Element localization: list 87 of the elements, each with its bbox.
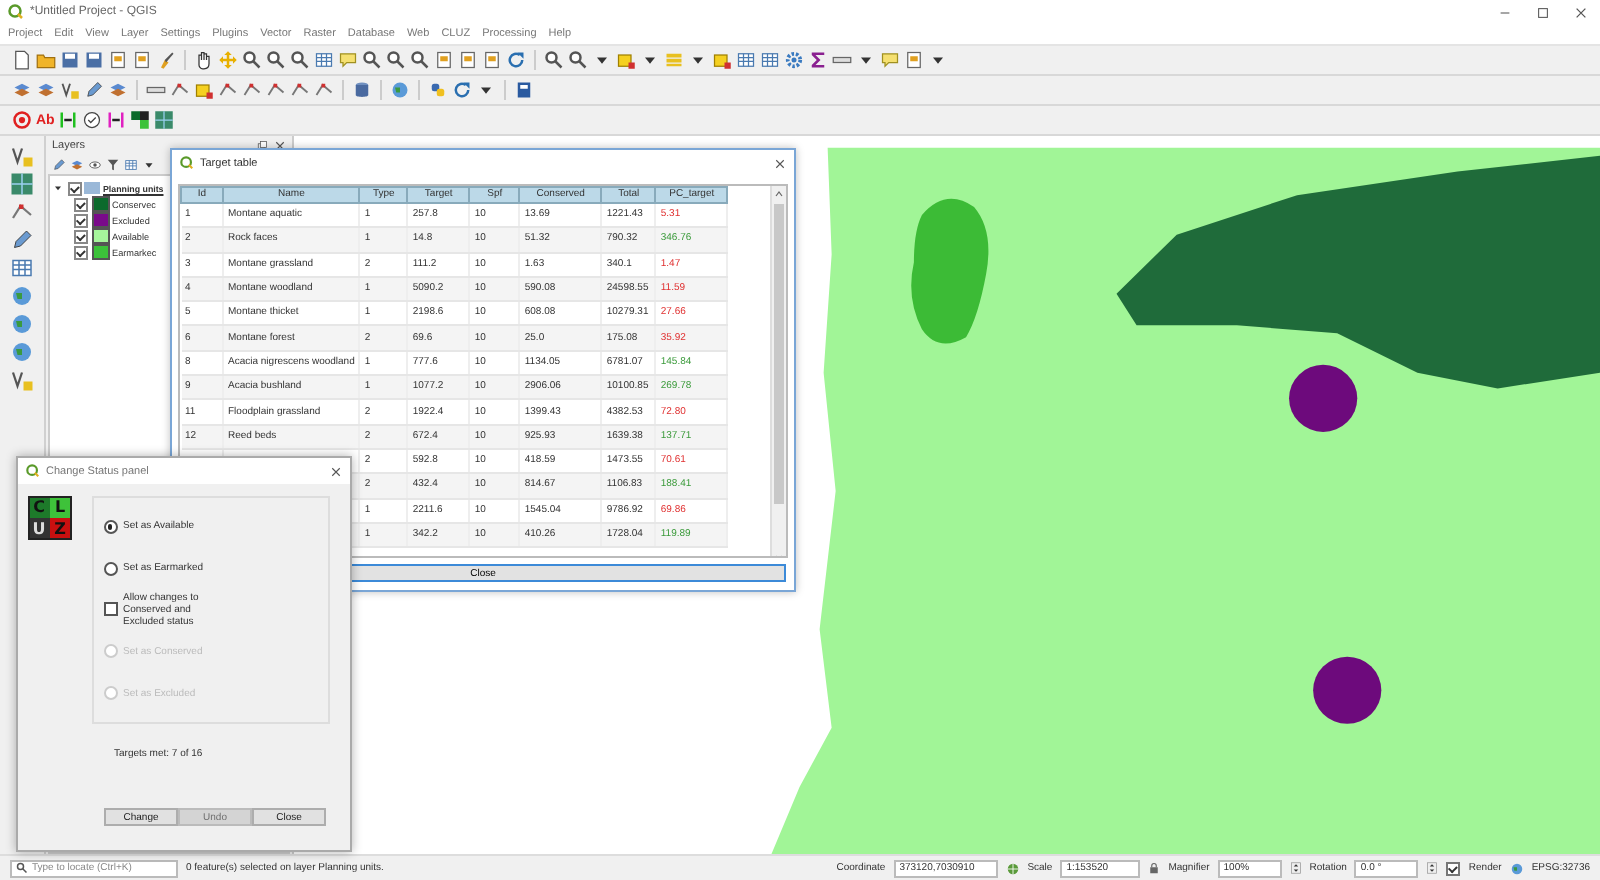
globe-icon[interactable] <box>1509 861 1524 875</box>
page-icon[interactable] <box>904 50 924 70</box>
checkbox[interactable] <box>74 245 88 259</box>
logo-icon <box>180 156 194 170</box>
logo-icon <box>26 464 40 478</box>
save-icon[interactable] <box>60 50 80 70</box>
float-icon[interactable] <box>256 139 268 151</box>
layer-add-icon[interactable] <box>70 157 84 171</box>
page-icon[interactable] <box>458 50 478 70</box>
vector-add-icon[interactable] <box>10 144 34 168</box>
magnifier-icon[interactable] <box>266 50 286 70</box>
lock-icon[interactable] <box>1148 862 1161 874</box>
database-icon[interactable] <box>352 80 372 100</box>
table-icon[interactable] <box>314 50 334 70</box>
gear-icon[interactable] <box>784 50 804 70</box>
globe-icon[interactable] <box>10 340 34 364</box>
grid-icon[interactable] <box>130 110 151 130</box>
maximize-icon[interactable] <box>1536 5 1550 19</box>
node-tool-icon[interactable] <box>10 200 34 224</box>
layer-add-icon[interactable] <box>108 80 128 100</box>
magnifier-icon[interactable] <box>386 50 406 70</box>
target-icon[interactable] <box>12 110 32 130</box>
folder-icon[interactable] <box>36 50 56 70</box>
page-icon[interactable] <box>434 50 454 70</box>
globe-icon[interactable] <box>390 80 410 100</box>
bracket-icon[interactable] <box>58 110 79 130</box>
layer-icon <box>84 182 100 194</box>
checkbox[interactable] <box>74 213 88 227</box>
node-tool-icon[interactable] <box>242 80 262 100</box>
magnifier-icon[interactable] <box>242 50 262 70</box>
scrollbar[interactable] <box>770 186 786 556</box>
selection-icon[interactable] <box>194 80 214 100</box>
node-tool-icon[interactable] <box>314 80 334 100</box>
node-tool-icon[interactable] <box>266 80 286 100</box>
page-icon[interactable] <box>108 50 128 70</box>
python-icon[interactable] <box>428 80 448 100</box>
table-icon[interactable] <box>10 256 34 280</box>
checkbox[interactable] <box>103 602 117 617</box>
spinner-icon[interactable] <box>1426 862 1439 874</box>
book-icon[interactable] <box>514 80 534 100</box>
brush-icon[interactable] <box>156 50 176 70</box>
expand-arrow-icon[interactable] <box>52 182 64 194</box>
node-tool-icon[interactable] <box>218 80 238 100</box>
node-tool-icon[interactable] <box>170 80 190 100</box>
layer-add-icon[interactable] <box>36 80 56 100</box>
refresh-icon[interactable] <box>452 80 472 100</box>
checkbox[interactable] <box>1446 861 1461 875</box>
magnifier-icon[interactable] <box>568 50 588 70</box>
checkbox[interactable] <box>74 197 88 211</box>
new-file-icon[interactable] <box>12 50 32 70</box>
spinner-icon[interactable] <box>1289 862 1302 874</box>
refresh-icon[interactable] <box>506 50 526 70</box>
radio-button[interactable] <box>103 519 117 534</box>
save-icon[interactable] <box>84 50 104 70</box>
radio-button[interactable] <box>103 561 117 576</box>
globe-icon[interactable] <box>10 312 34 336</box>
bracket-icon[interactable] <box>106 110 127 130</box>
layer-add-icon[interactable] <box>12 80 32 100</box>
vector-add-icon[interactable] <box>10 368 34 392</box>
pencil-icon[interactable] <box>10 228 34 252</box>
hand-icon[interactable] <box>194 50 214 70</box>
sum-icon[interactable] <box>808 50 828 70</box>
close-icon[interactable] <box>1574 5 1588 19</box>
magnifier-icon[interactable] <box>362 50 382 70</box>
table-icon[interactable] <box>736 50 756 70</box>
table-icon[interactable] <box>760 50 780 70</box>
magnifier-icon[interactable] <box>544 50 564 70</box>
checkbox[interactable] <box>67 181 81 195</box>
close-icon[interactable] <box>774 157 786 169</box>
close-icon[interactable] <box>330 465 342 477</box>
logo: C L U Z <box>28 496 71 539</box>
checkbox[interactable] <box>74 229 88 243</box>
location-icon[interactable] <box>1005 861 1020 875</box>
magnifier-icon[interactable] <box>290 50 310 70</box>
pencil-icon[interactable] <box>84 80 104 100</box>
selection-icon[interactable] <box>616 50 636 70</box>
node-tool-icon[interactable] <box>290 80 310 100</box>
globe-icon[interactable] <box>10 284 34 308</box>
selection-icon[interactable] <box>712 50 732 70</box>
eye-icon[interactable] <box>88 157 102 171</box>
logo-icon <box>8 4 24 20</box>
magnifier-icon <box>16 862 28 874</box>
magnifier-icon[interactable] <box>410 50 430 70</box>
vector-add-icon[interactable] <box>60 80 80 100</box>
page-icon[interactable] <box>482 50 502 70</box>
close-icon[interactable] <box>274 139 286 151</box>
page-icon[interactable] <box>132 50 152 70</box>
